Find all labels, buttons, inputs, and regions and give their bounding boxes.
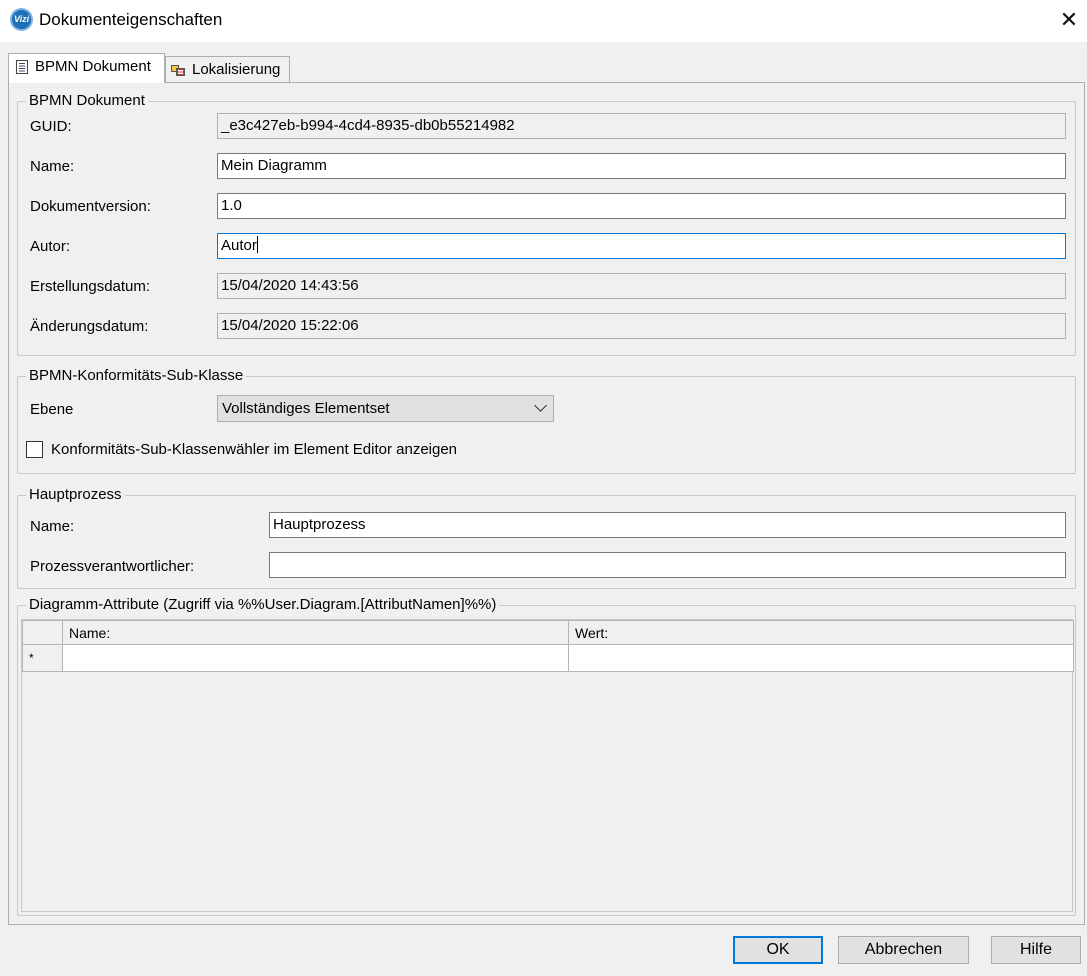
title-bar: Vizi Dokumenteigenschaften ✕: [0, 0, 1087, 42]
tab-localization[interactable]: Lokalisierung: [165, 56, 290, 84]
localization-icon: [171, 65, 185, 76]
app-icon: Vizi: [10, 8, 33, 31]
version-field[interactable]: 1.0: [217, 193, 1066, 219]
process-owner-field[interactable]: [269, 552, 1066, 578]
modified-label: Änderungsdatum:: [30, 318, 149, 335]
group-title: Diagramm-Attribute (Zugriff via %%User.D…: [26, 596, 500, 614]
group-title: BPMN Dokument: [26, 92, 148, 110]
window-title: Dokumenteigenschaften: [39, 10, 223, 29]
guid-label: GUID:: [30, 118, 72, 135]
group-title: BPMN-Konformitäts-Sub-Klasse: [26, 367, 247, 385]
group-title: Hauptprozess: [26, 486, 125, 504]
show-subclass-label: Konformitäts-Sub-Klassenwähler im Elemen…: [51, 441, 458, 458]
tab-label: Lokalisierung: [192, 61, 281, 78]
author-label: Autor:: [30, 238, 71, 255]
show-subclass-checkbox[interactable]: [26, 441, 43, 458]
table-header-row: Name: Wert:: [22, 620, 1074, 645]
tab-label: BPMN Dokument: [35, 58, 151, 75]
process-name-field[interactable]: Hauptprozess: [269, 512, 1066, 538]
created-field[interactable]: 15/04/2020 14:43:56: [217, 273, 1066, 299]
author-field[interactable]: Autor: [217, 233, 1066, 259]
attributes-table: Name: Wert: *: [22, 620, 1074, 672]
ok-button[interactable]: OK: [733, 936, 823, 964]
chevron-down-icon: [534, 399, 547, 412]
app-icon-text: Vizi: [14, 14, 30, 24]
level-label: Ebene: [30, 401, 74, 418]
close-icon[interactable]: ✕: [1055, 6, 1083, 34]
name-field[interactable]: Mein Diagramm: [217, 153, 1066, 179]
version-label: Dokumentversion:: [30, 198, 151, 215]
level-selected-value: Vollständiges Elementset: [222, 400, 390, 417]
document-icon: [16, 60, 28, 74]
process-name-label: Name:: [30, 518, 75, 535]
guid-field[interactable]: _e3c427eb-b994-4cd4-8935-db0b55214982: [217, 113, 1066, 139]
column-header-name[interactable]: Name:: [62, 620, 569, 645]
conformance-group: BPMN-Konformitäts-Sub-Klasse: [17, 367, 1076, 474]
modified-field[interactable]: 15/04/2020 15:22:06: [217, 313, 1066, 339]
created-label: Erstellungsdatum:: [30, 278, 151, 295]
text-caret: [256, 236, 258, 253]
new-row-name-cell[interactable]: [62, 644, 569, 672]
help-button[interactable]: Hilfe: [991, 936, 1081, 964]
tab-bpmn-document[interactable]: BPMN Dokument: [8, 53, 165, 83]
cancel-button[interactable]: Abbrechen: [838, 936, 969, 964]
author-value: Autor: [221, 237, 257, 254]
new-row-value-cell[interactable]: [568, 644, 1074, 672]
level-dropdown[interactable]: Vollständiges Elementset: [217, 395, 554, 422]
table-row-new: *: [22, 644, 1074, 672]
name-label: Name:: [30, 158, 75, 175]
attributes-grid[interactable]: Name: Wert: *: [21, 619, 1074, 912]
new-row-marker: *: [22, 644, 63, 672]
column-header-value[interactable]: Wert:: [568, 620, 1074, 645]
process-owner-label: Prozessverantwortlicher:: [30, 558, 195, 575]
row-header-corner: [22, 620, 63, 645]
